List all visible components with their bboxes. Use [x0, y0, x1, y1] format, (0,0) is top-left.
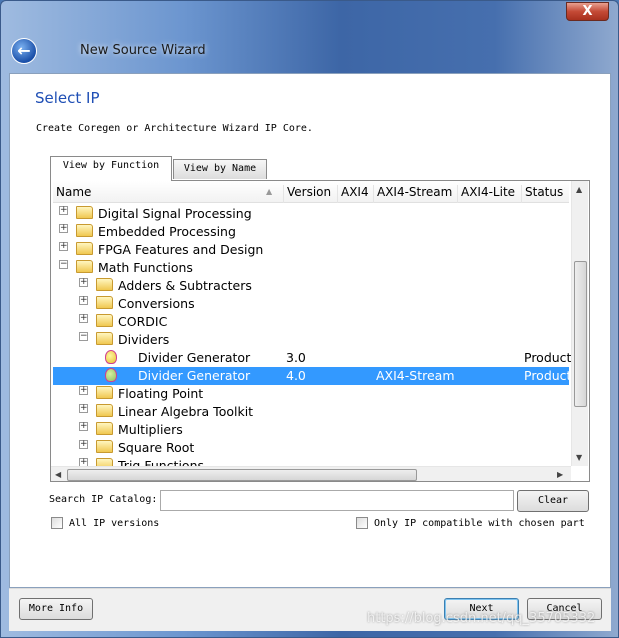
row-name: Dividers	[118, 332, 170, 347]
wizard-content: Select IP Create Coregen or Architecture…	[9, 73, 611, 588]
row-status: Product	[524, 368, 572, 383]
tree-row[interactable]: + Conversions	[53, 295, 569, 313]
row-name: Square Root	[118, 440, 195, 455]
folder-icon	[76, 224, 93, 237]
search-input[interactable]	[160, 490, 514, 511]
tree-row[interactable]: − Dividers	[53, 331, 569, 349]
horizontal-scrollbar[interactable]: ◀ ▶	[51, 466, 571, 481]
search-label: Search IP Catalog:	[49, 494, 158, 505]
row-axi4-stream: AXI4-Stream	[376, 368, 455, 383]
expand-icon[interactable]: +	[79, 296, 88, 305]
folder-icon	[96, 296, 113, 309]
collapse-icon[interactable]: −	[79, 332, 88, 341]
tab-view-by-name[interactable]: View by Name	[173, 159, 267, 179]
page-title: Select IP	[35, 89, 100, 107]
row-name: Floating Point	[118, 386, 204, 401]
expand-icon[interactable]: +	[59, 242, 68, 251]
window-title: New Source Wizard	[80, 43, 206, 58]
vertical-scroll-thumb[interactable]	[574, 261, 587, 407]
column-axi4-stream[interactable]: AXI4-Stream	[373, 185, 452, 203]
row-name: Divider Generator	[138, 368, 251, 383]
tab-view-by-function[interactable]: View by Function	[50, 156, 172, 181]
collapse-icon[interactable]: −	[59, 260, 68, 269]
column-name[interactable]: Name	[53, 185, 91, 203]
watermark: https://blog.csdn.net/qq_35705332	[367, 611, 596, 626]
all-ip-versions-label: All IP versions	[69, 518, 160, 529]
scroll-up-icon[interactable]: ▲	[576, 185, 582, 194]
clear-button[interactable]: Clear	[517, 490, 589, 512]
folder-icon	[96, 386, 113, 399]
tree-row[interactable]: − Math Functions	[53, 259, 569, 277]
tree-row[interactable]: + FPGA Features and Design	[53, 241, 569, 259]
column-axi4[interactable]: AXI4	[337, 185, 369, 203]
sort-ascending-icon: ▲	[266, 187, 273, 196]
row-name: Digital Signal Processing	[98, 206, 252, 221]
column-axi4-lite[interactable]: AXI4-Lite	[457, 185, 515, 203]
tree-row[interactable]: Divider Generator 3.0 Product	[53, 349, 572, 367]
window-frame: X ← New Source Wizard Select IP Create C…	[0, 0, 619, 638]
row-name: CORDIC	[118, 314, 168, 329]
expand-icon[interactable]: +	[59, 224, 68, 233]
ip-tree[interactable]: Name ▲ Version AXI4 AXI4-Stream AXI4-Lit…	[50, 180, 590, 482]
tree-row[interactable]: + Embedded Processing	[53, 223, 569, 241]
folder-icon	[76, 206, 93, 219]
back-arrow-icon: ←	[17, 41, 31, 60]
expand-icon[interactable]: +	[79, 278, 88, 287]
folder-icon	[76, 260, 93, 273]
row-version: 4.0	[286, 368, 306, 383]
folder-icon	[96, 422, 113, 435]
compatible-only-label: Only IP compatible with chosen part	[374, 518, 585, 529]
expand-icon[interactable]: +	[79, 440, 88, 449]
row-status: Product	[524, 350, 572, 365]
tree-row[interactable]: + Digital Signal Processing	[53, 205, 569, 223]
row-name: Divider Generator	[138, 350, 251, 365]
page-description: Create Coregen or Architecture Wizard IP…	[36, 123, 313, 134]
tree-row[interactable]: + Linear Algebra Toolkit	[53, 403, 569, 421]
column-version[interactable]: Version	[283, 185, 331, 203]
ip-core-icon	[105, 368, 117, 382]
compatible-only-checkbox[interactable]	[356, 517, 368, 529]
folder-icon	[96, 440, 113, 453]
folder-icon	[96, 278, 113, 291]
ip-core-icon	[105, 350, 117, 364]
expand-icon[interactable]: +	[79, 422, 88, 431]
row-name: Multipliers	[118, 422, 183, 437]
expand-icon[interactable]: +	[79, 386, 88, 395]
expand-icon[interactable]: +	[79, 314, 88, 323]
tree-row[interactable]: + Square Root	[53, 439, 569, 457]
row-name: Embedded Processing	[98, 224, 236, 239]
tree-row[interactable]: + CORDIC	[53, 313, 569, 331]
horizontal-scroll-thumb[interactable]	[67, 469, 417, 481]
tree-row[interactable]: Divider Generator 4.0 AXI4-Stream Product	[53, 367, 572, 385]
tree-row[interactable]: + Floating Point	[53, 385, 569, 403]
row-name: Conversions	[118, 296, 195, 311]
folder-icon	[96, 332, 113, 345]
row-version: 3.0	[286, 350, 306, 365]
more-info-button[interactable]: More Info	[19, 598, 93, 620]
expand-icon[interactable]: +	[59, 206, 68, 215]
all-ip-versions-checkbox[interactable]	[51, 517, 63, 529]
tree-header: Name ▲ Version AXI4 AXI4-Stream AXI4-Lit…	[53, 181, 569, 203]
folder-icon	[96, 404, 113, 417]
scroll-right-icon[interactable]: ▶	[557, 470, 563, 479]
row-name: Linear Algebra Toolkit	[118, 404, 254, 419]
scroll-left-icon[interactable]: ◀	[55, 470, 61, 479]
folder-icon	[96, 314, 113, 327]
row-name: Math Functions	[98, 260, 193, 275]
row-name: Adders & Subtracters	[118, 278, 252, 293]
expand-icon[interactable]: +	[79, 404, 88, 413]
column-status[interactable]: Status	[521, 185, 563, 203]
back-button[interactable]: ←	[11, 38, 37, 64]
close-button[interactable]: X	[566, 2, 609, 21]
scroll-down-icon[interactable]: ▼	[576, 453, 582, 462]
vertical-scrollbar[interactable]: ▲ ▼	[571, 181, 588, 466]
folder-icon	[76, 242, 93, 255]
tree-row[interactable]: + Multipliers	[53, 421, 569, 439]
tree-row[interactable]: + Adders & Subtracters	[53, 277, 569, 295]
row-name: FPGA Features and Design	[98, 242, 264, 257]
